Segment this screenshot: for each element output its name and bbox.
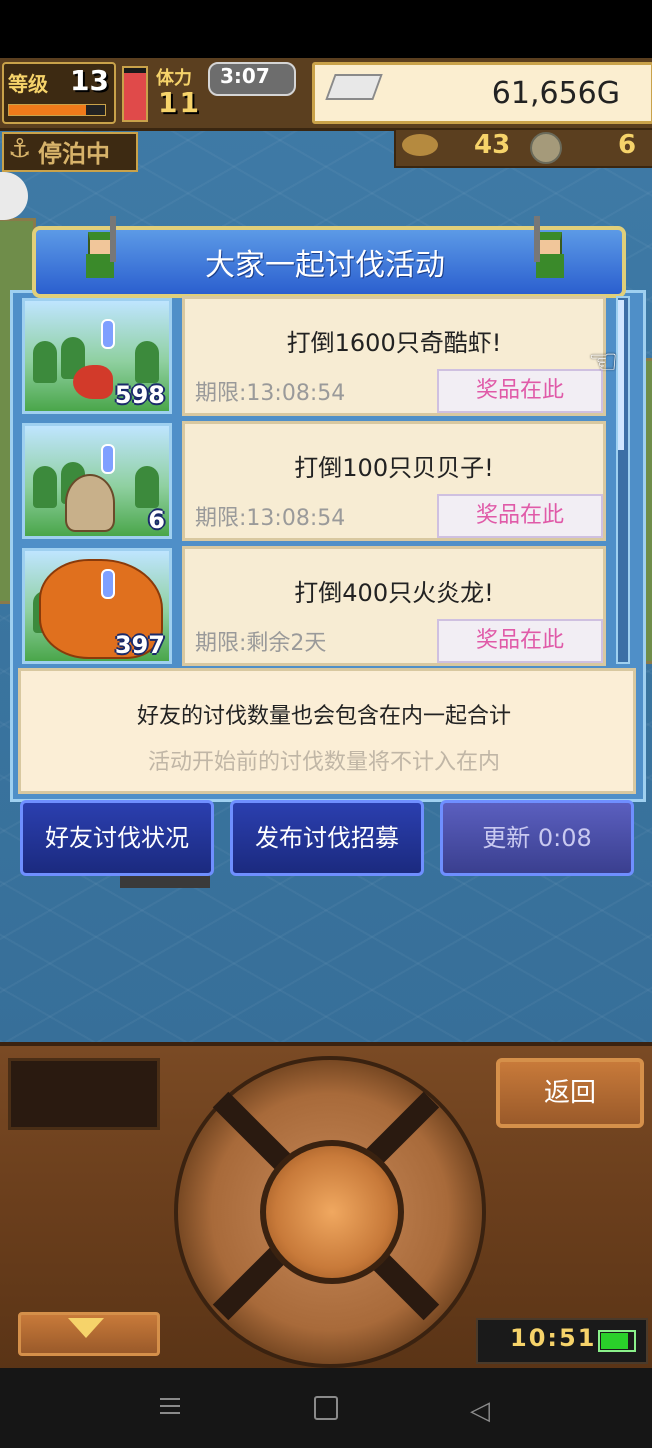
menu-icon[interactable] xyxy=(158,1394,182,1418)
event-deadline: 期限:13:08:54 xyxy=(195,381,346,406)
scrollbar-thumb[interactable] xyxy=(618,300,624,450)
fish-icon xyxy=(402,134,438,156)
kill-count: 397 xyxy=(114,631,165,659)
exp-bar-fill xyxy=(9,105,86,115)
event-deadline: 期限:13:08:54 xyxy=(195,506,346,531)
event-card: 打倒1600只奇酷虾! 期限:13:08:54 奖品在此 xyxy=(182,296,606,416)
status-bar xyxy=(0,0,652,58)
event-thumbnail: 397 xyxy=(22,548,172,664)
gear-count: 6 xyxy=(618,130,637,160)
post-recruit-button[interactable]: 发布讨伐招募 xyxy=(230,800,424,876)
event-name: 打倒1600只奇酷虾! xyxy=(286,329,502,357)
stamina-value: 11 xyxy=(158,86,201,119)
fish-count: 43 xyxy=(474,130,511,160)
exclamation-icon xyxy=(101,319,115,349)
soldier-icon xyxy=(80,216,120,282)
back-triangle-icon[interactable]: ◁ xyxy=(470,1396,490,1426)
down-arrow-icon xyxy=(68,1318,104,1338)
event-deadline: 期限:剩余2天 xyxy=(195,631,327,656)
event-thumbnail: 6 xyxy=(22,423,172,539)
kill-count: 598 xyxy=(114,381,165,409)
gear-icon xyxy=(530,132,562,164)
kill-count: 6 xyxy=(148,506,165,534)
event-row[interactable]: 6 打倒100只贝贝子! 期限:13:08:54 奖品在此 xyxy=(18,417,606,541)
dial-center-button[interactable] xyxy=(260,1140,404,1284)
event-row[interactable]: 397 打倒400只火炎龙! 期限:剩余2天 奖品在此 xyxy=(18,542,606,666)
friend-status-button[interactable]: 好友讨伐状况 xyxy=(20,800,214,876)
silver-bar-icon xyxy=(325,74,383,100)
level-value: 13 xyxy=(70,64,109,97)
home-icon[interactable] xyxy=(314,1396,338,1420)
info-main-text: 好友的讨伐数量也会包含在内一起合计 xyxy=(136,704,511,729)
soldier-icon xyxy=(530,216,570,282)
prize-button[interactable]: 奖品在此 xyxy=(437,619,603,663)
prize-button[interactable]: 奖品在此 xyxy=(437,494,603,538)
event-card: 打倒100只贝贝子! 期限:13:08:54 奖品在此 xyxy=(182,421,606,541)
refresh-button[interactable]: 更新 0:08 xyxy=(440,800,634,876)
hand-pointer-icon: ☜ xyxy=(588,342,619,382)
prize-button[interactable]: 奖品在此 xyxy=(437,369,603,413)
shrimp-monster-icon xyxy=(73,365,113,399)
stamina-timer: 3:07 xyxy=(220,64,270,88)
shell-monster-icon xyxy=(65,474,115,532)
event-card: 打倒400只火炎龙! 期限:剩余2天 奖品在此 xyxy=(182,546,606,666)
exclamation-icon xyxy=(101,569,115,599)
level-label: 等级 xyxy=(8,72,48,96)
event-name: 打倒400只火炎龙! xyxy=(294,579,494,607)
exclamation-icon xyxy=(101,444,115,474)
event-thumbnail: 598 xyxy=(22,298,172,414)
console-slot xyxy=(8,1058,160,1130)
stamina-gauge-fill xyxy=(124,73,146,120)
event-row[interactable]: 598 打倒1600只奇酷虾! 期限:13:08:54 奖品在此 xyxy=(18,292,606,416)
game-clock: 10:51 xyxy=(510,1324,597,1352)
event-name: 打倒100只贝贝子! xyxy=(294,454,494,482)
anchor-status: 停泊中 xyxy=(38,140,110,168)
back-button[interactable]: 返回 xyxy=(496,1058,644,1128)
gold-amount: 61,656G xyxy=(491,76,620,111)
info-sub-text: 活动开始前的讨伐数量将不计入在内 xyxy=(147,750,500,775)
anchor-icon: ⚓ xyxy=(8,134,32,164)
battery-fill xyxy=(601,1333,628,1349)
